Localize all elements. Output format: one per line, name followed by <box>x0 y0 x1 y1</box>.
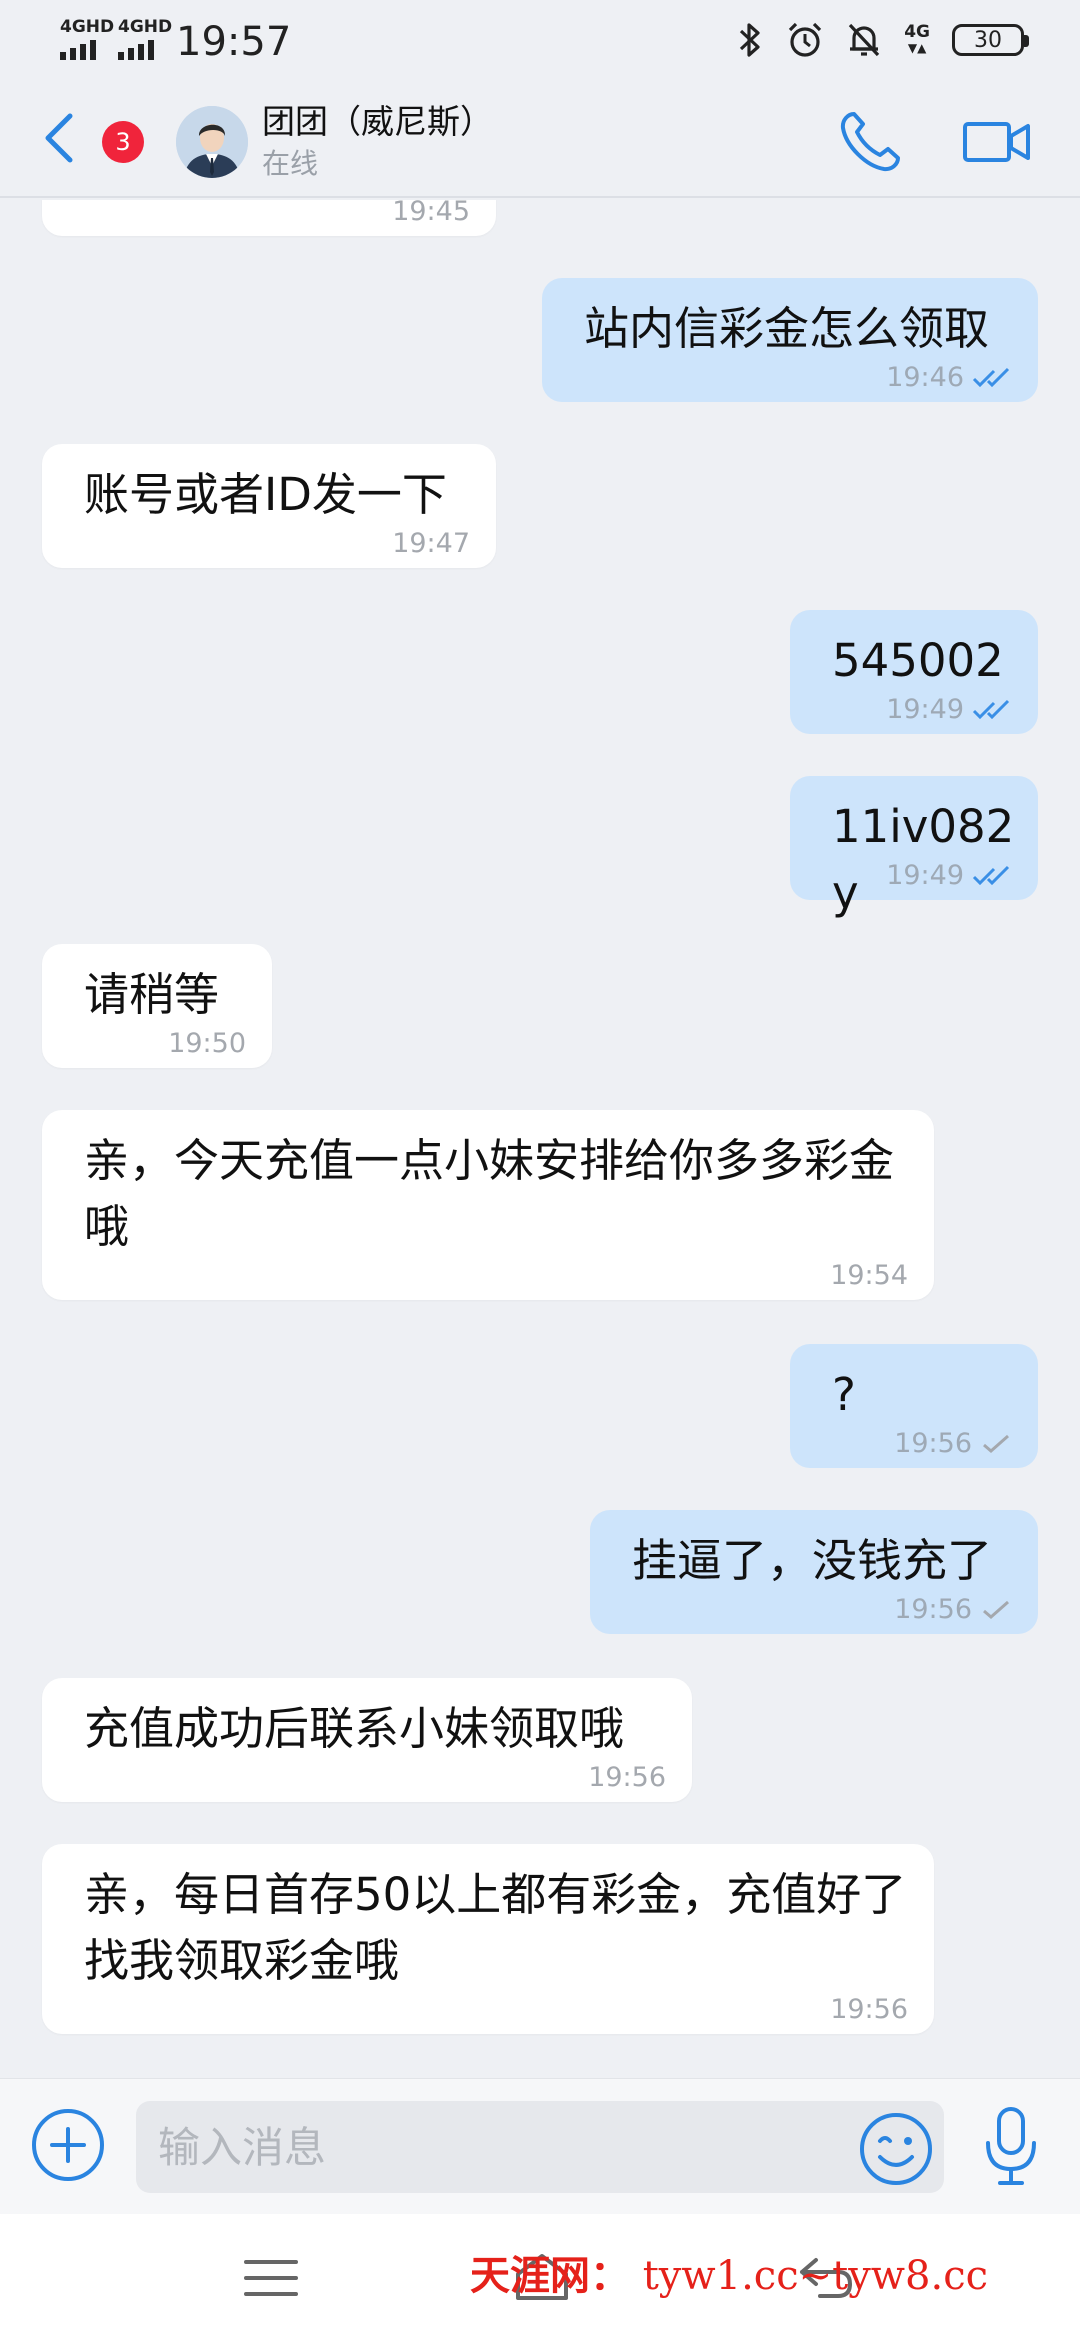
message-time: 19:45 <box>392 200 470 227</box>
message-time: 19:46 <box>886 362 964 393</box>
message-text: 亲，每日首存50以上都有彩金，充值好了找我领取彩金哦 <box>84 1868 907 1987</box>
battery-icon: 30 <box>952 24 1029 56</box>
battery-level: 30 <box>974 27 1002 53</box>
message-input[interactable] <box>136 2101 944 2193</box>
read-double-check-icon <box>972 699 1010 720</box>
message-text: 站内信彩金怎么领取 <box>584 302 990 355</box>
message-text: 充值成功后联系小妹领取哦 <box>84 1702 625 1755</box>
message-time: 19:54 <box>830 1260 908 1291</box>
message-list[interactable]: 19:45 站内信彩金怎么领取 19:46 账号或者ID发一下 19:47 54… <box>0 200 1080 2078</box>
message-time: 19:56 <box>894 1594 972 1625</box>
message-time: 19:56 <box>894 1428 972 1459</box>
chat-header: 3 团团（威尼斯） 在线 <box>0 80 1080 198</box>
signal-1-icon: 4GHD <box>60 18 114 60</box>
message-input-bar <box>0 2078 1080 2214</box>
message-bubble-outgoing[interactable]: 11iv082y 19:49 <box>790 776 1038 919</box>
message-time: 19:47 <box>392 528 470 559</box>
alarm-icon <box>789 22 822 57</box>
message-bubble-incoming[interactable]: 亲，每日首存50以上都有彩金，充值好了找我领取彩金哦 19:56 <box>42 1844 934 2034</box>
read-double-check-icon <box>972 367 1010 388</box>
contact-status: 在线 <box>262 147 319 180</box>
network-type-2: 4GHD <box>118 17 173 37</box>
message-bubble-incoming[interactable]: 19:45 <box>42 200 496 236</box>
system-nav-bar: 天涯网： tyw1.cc~tyw8.cc <box>0 2214 1080 2340</box>
avatar-person-icon <box>176 106 248 178</box>
phone-call-icon[interactable] <box>836 108 904 176</box>
unread-badge: 3 <box>102 121 144 163</box>
bluetooth-icon <box>740 23 760 57</box>
network-4g-icon: 4G ▼▲ <box>904 22 930 56</box>
message-text: 挂逼了，没钱充了 <box>632 1534 993 1587</box>
message-bubble-incoming[interactable]: 亲，今天充值一点小妹安排给你多多彩金哦 19:54 <box>42 1110 934 1300</box>
message-text: 请稍等 <box>84 968 220 1021</box>
message-text: 账号或者ID发一下 <box>84 468 447 521</box>
read-double-check-icon <box>972 865 1010 886</box>
message-bubble-incoming[interactable]: 账号或者ID发一下 19:47 <box>42 444 496 568</box>
watermark: 天涯网： tyw1.cc~tyw8.cc <box>470 2252 988 2300</box>
status-icons: 4G ▼▲ 30 <box>736 20 1029 60</box>
message-time: 19:49 <box>886 860 964 891</box>
message-bubble-outgoing[interactable]: 挂逼了，没钱充了 19:56 <box>590 1510 1038 1634</box>
message-bubble-outgoing[interactable]: ? 19:56 <box>790 1344 1038 1468</box>
recent-apps-menu-icon[interactable] <box>244 2258 298 2298</box>
message-time: 19:50 <box>168 1028 246 1059</box>
clock: 19:57 <box>176 19 292 65</box>
message-bubble-outgoing[interactable]: 545002 19:49 <box>790 610 1038 734</box>
message-text: 亲，今天充值一点小妹安排给你多多彩金哦 <box>84 1134 895 1253</box>
sent-check-icon <box>983 1434 1009 1453</box>
emoji-icon[interactable] <box>858 2111 934 2187</box>
watermark-name: 天涯网： <box>470 2252 630 2299</box>
message-text: 545002 <box>832 634 1004 687</box>
message-bubble-incoming[interactable]: 充值成功后联系小妹领取哦 19:56 <box>42 1678 692 1802</box>
watermark-url: tyw1.cc~tyw8.cc <box>642 2253 988 2299</box>
message-bubble-outgoing[interactable]: 站内信彩金怎么领取 19:46 <box>542 278 1038 402</box>
mute-bell-icon <box>849 23 880 57</box>
status-bar: 4GHD 4GHD 19:57 4G ▼▲ 30 <box>0 0 1080 80</box>
video-call-icon[interactable] <box>962 114 1032 170</box>
add-attachment-icon[interactable] <box>30 2107 106 2183</box>
message-time: 19:49 <box>886 694 964 725</box>
message-time: 19:56 <box>830 1994 908 2025</box>
back-arrow-icon[interactable] <box>36 110 84 166</box>
message-time: 19:56 <box>588 1762 666 1793</box>
sent-check-icon <box>983 1600 1009 1619</box>
contact-name[interactable]: 团团（威尼斯） <box>262 102 493 142</box>
network-type-1: 4GHD <box>60 17 115 37</box>
avatar[interactable] <box>176 106 248 178</box>
message-text: ? <box>832 1368 856 1421</box>
microphone-icon[interactable] <box>982 2105 1040 2189</box>
signal-2-icon: 4GHD <box>118 18 172 60</box>
message-bubble-incoming[interactable]: 请稍等 19:50 <box>42 944 272 1068</box>
